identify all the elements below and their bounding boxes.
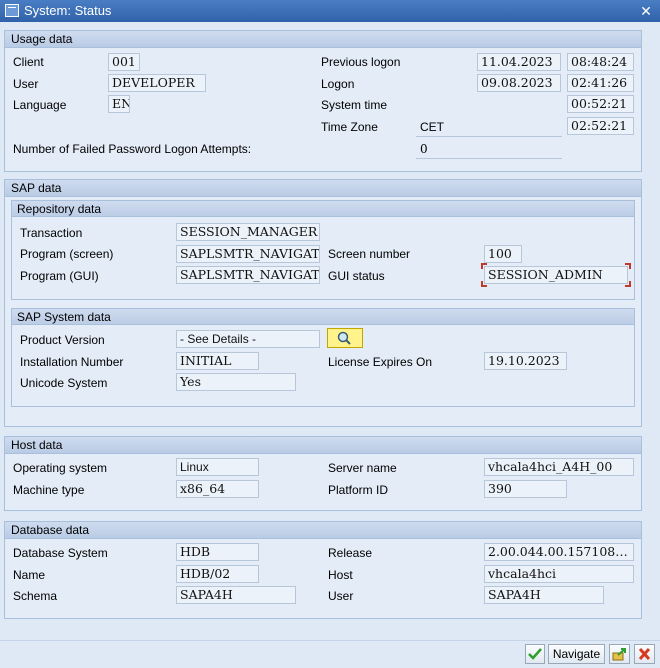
machine-type-field[interactable]: x86_64 — [176, 480, 259, 498]
failed-attempts-value: 0 — [420, 142, 428, 156]
system-time-field[interactable]: 00:52:21 — [567, 95, 634, 113]
database-host-label: Host — [328, 568, 353, 582]
time-zone-time[interactable]: 02:52:21 — [567, 117, 634, 135]
client-label: Client — [13, 55, 44, 69]
screen-number-label: Screen number — [328, 247, 411, 261]
repository-data-header: Repository data — [12, 201, 634, 217]
logon-time[interactable]: 02:41:26 — [567, 74, 634, 92]
language-field[interactable]: EN — [108, 95, 130, 113]
user-label: User — [13, 77, 39, 91]
usage-data-header: Usage data — [5, 31, 641, 48]
user-field[interactable]: DEVELOPER — [108, 74, 206, 92]
platform-id-label: Platform ID — [328, 483, 389, 497]
operating-system-label: Operating system — [13, 461, 108, 475]
platform-id-field[interactable]: 390 — [484, 480, 567, 498]
checkmark-icon — [528, 648, 542, 660]
sap-system-data-header: SAP System data — [12, 309, 634, 325]
license-expires-label: License Expires On — [328, 355, 433, 369]
time-zone-underline — [416, 136, 562, 137]
program-screen-label: Program (screen) — [20, 247, 114, 261]
language-label: Language — [13, 98, 67, 112]
previous-logon-date[interactable]: 11.04.2023 — [477, 53, 561, 71]
close-icon[interactable]: ✕ — [638, 3, 654, 19]
client-field[interactable]: 001 — [108, 53, 140, 71]
window-title: System: Status — [24, 3, 112, 18]
database-user-label: User — [328, 589, 354, 603]
previous-logon-label: Previous logon — [321, 55, 401, 69]
export-button[interactable] — [609, 644, 630, 664]
transaction-field[interactable]: SESSION_MANAGER — [176, 223, 320, 241]
installation-number-label: Installation Number — [20, 355, 124, 369]
logon-label: Logon — [321, 77, 355, 91]
bottom-toolbar: Navigate — [0, 640, 660, 668]
machine-type-label: Machine type — [13, 483, 85, 497]
database-system-label: Database System — [13, 546, 108, 560]
product-version-label: Product Version — [20, 333, 105, 347]
schema-field[interactable]: SAPA4H — [176, 586, 296, 604]
gui-status-field[interactable]: SESSION_ADMIN — [484, 266, 628, 284]
license-expires-field[interactable]: 19.10.2023 — [484, 352, 567, 370]
title-bar: System: Status ✕ — [0, 0, 660, 22]
logon-date[interactable]: 09.08.2023 — [477, 74, 561, 92]
database-system-field[interactable]: HDB — [176, 543, 259, 561]
release-field[interactable]: 2.00.044.00.157108… — [484, 543, 634, 561]
export-arrow-icon — [612, 648, 626, 661]
unicode-system-label: Unicode System — [20, 376, 108, 390]
host-data-header: Host data — [5, 437, 641, 454]
database-name-field[interactable]: HDB/02 — [176, 565, 259, 583]
sap-data-header: SAP data — [5, 180, 641, 197]
transaction-label: Transaction — [20, 226, 83, 240]
details-button[interactable] — [327, 328, 363, 348]
program-gui-label: Program (GUI) — [20, 269, 99, 283]
release-label: Release — [328, 546, 373, 560]
schema-label: Schema — [13, 589, 58, 603]
time-zone-value: CET — [420, 120, 444, 134]
focus-corner — [481, 281, 487, 287]
navigate-button[interactable]: Navigate — [548, 644, 605, 664]
cancel-button[interactable] — [634, 644, 655, 664]
confirm-button[interactable] — [525, 644, 545, 664]
failed-attempts-underline — [416, 158, 562, 159]
database-user-field[interactable]: SAPA4H — [484, 586, 604, 604]
system-time-label: System time — [321, 98, 388, 112]
operating-system-field[interactable]: Linux — [176, 458, 259, 476]
product-version-field[interactable]: - See Details - — [176, 330, 320, 348]
database-data-header: Database data — [5, 522, 641, 539]
installation-number-field[interactable]: INITIAL — [176, 352, 259, 370]
database-host-field[interactable]: vhcala4hci — [484, 565, 634, 583]
window-icon — [5, 4, 19, 17]
focus-corner — [625, 263, 631, 269]
server-name-field[interactable]: vhcala4hci_A4H_00 — [484, 458, 634, 476]
focus-corner — [481, 263, 487, 269]
failed-attempts-label: Number of Failed Password Logon Attempts… — [13, 142, 252, 156]
magnifier-icon — [337, 331, 351, 345]
server-name-label: Server name — [328, 461, 397, 475]
screen-number-field[interactable]: 100 — [484, 245, 522, 263]
program-gui-field[interactable]: SAPLSMTR_NAVIGATI… — [176, 266, 320, 284]
database-name-label: Name — [13, 568, 46, 582]
gui-status-label: GUI status — [328, 269, 385, 283]
unicode-system-field[interactable]: Yes — [176, 373, 296, 391]
program-screen-field[interactable]: SAPLSMTR_NAVIGATI… — [176, 245, 320, 263]
time-zone-label: Time Zone — [321, 120, 378, 134]
cancel-x-icon — [638, 647, 651, 661]
previous-logon-time[interactable]: 08:48:24 — [567, 53, 634, 71]
focus-corner — [625, 281, 631, 287]
